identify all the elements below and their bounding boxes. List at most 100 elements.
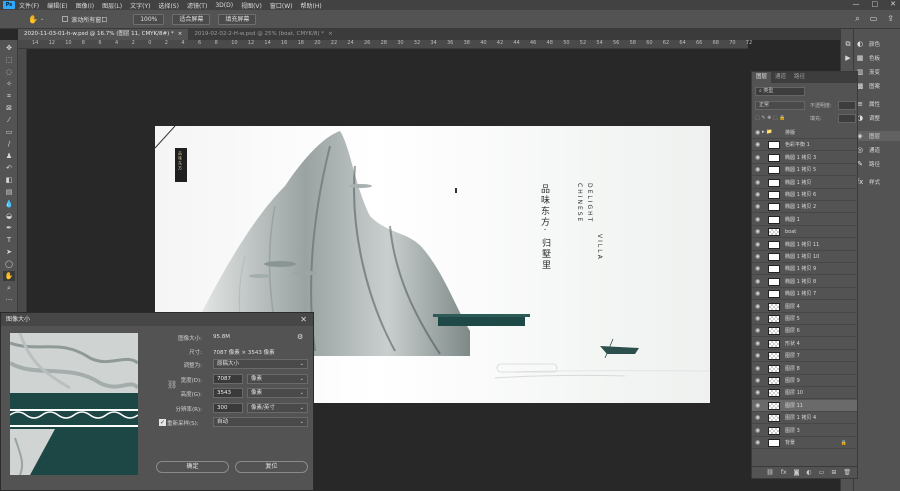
path-selection-tool-icon[interactable]: ➤	[3, 247, 15, 257]
visibility-eye-icon[interactable]: ◉	[755, 315, 762, 322]
layer-row[interactable]: ◉ 图层 1 拷贝 4	[752, 412, 857, 425]
height-unit-select[interactable]: 像素 ⌄	[247, 388, 308, 398]
fill-input[interactable]	[838, 114, 856, 123]
layer-row[interactable]: ◉ 图层 3	[752, 425, 857, 437]
layer-row[interactable]: ◉ 椭圆 1 拷贝 3	[752, 152, 857, 164]
visibility-eye-icon[interactable]: ◉	[755, 278, 762, 285]
menu-help[interactable]: 帮助(H)	[301, 1, 322, 10]
fx-icon[interactable]: fx	[781, 467, 787, 478]
visibility-eye-icon[interactable]: ◉	[755, 427, 762, 434]
hand-tool-icon[interactable]: ✋	[28, 15, 40, 24]
layer-row[interactable]: ◉ 椭圆 1 拷贝 8	[752, 276, 857, 288]
more-tools-icon[interactable]: ···	[3, 295, 15, 305]
delete-layer-icon[interactable]: 🗑	[843, 467, 851, 478]
visibility-eye-icon[interactable]: ◉	[755, 303, 762, 310]
eraser-tool-icon[interactable]: ◧	[3, 175, 15, 185]
layer-row[interactable]: ◉ 椭圆 1 拷贝 7	[752, 288, 857, 301]
visibility-eye-icon[interactable]: ◉	[755, 228, 762, 235]
gear-icon[interactable]: ⚙	[297, 333, 303, 341]
visibility-eye-icon[interactable]: ◉	[755, 166, 762, 173]
layer-row[interactable]: ◉ 椭圆 1	[752, 214, 857, 226]
reset-button[interactable]: 复位	[235, 461, 308, 473]
tab-paths[interactable]: 路径	[790, 72, 809, 83]
layer-row[interactable]: ◉ 椭圆 1 拷贝 2	[752, 201, 857, 214]
visibility-eye-icon[interactable]: ◉	[755, 439, 762, 446]
scroll-all-checkbox[interactable]	[62, 16, 69, 22]
resample-select[interactable]: 自动 ⌄	[213, 417, 308, 427]
menu-file[interactable]: 文件(F)	[19, 1, 39, 10]
layer-row[interactable]: ◉ 椭圆 1 拷贝	[752, 177, 857, 189]
move-tool-icon[interactable]: ✥	[3, 43, 15, 53]
panel-swatches[interactable]: ▦ 色板	[856, 53, 880, 63]
visibility-eye-icon[interactable]: ◉	[755, 402, 762, 409]
blend-mode-select[interactable]: 正常	[755, 101, 805, 110]
visibility-eye-icon[interactable]: ◉	[755, 141, 762, 148]
layer-row[interactable]: ◉ 图层 5	[752, 313, 857, 325]
visibility-eye-icon[interactable]: ◉	[755, 216, 762, 223]
layer-row[interactable]: ◉ 图层 11	[752, 399, 857, 412]
visibility-eye-icon[interactable]: ◉	[755, 290, 762, 297]
tab-document-2[interactable]: 2019-02-02-2-H-w.psd @ 25% (boat, CMYK/8…	[188, 29, 339, 40]
width-unit-select[interactable]: 像素 ⌄	[247, 374, 308, 384]
menu-3d[interactable]: 3D(D)	[215, 2, 233, 9]
visibility-eye-icon[interactable]: ◉	[755, 154, 762, 161]
panel-properties[interactable]: ≡ 属性	[856, 99, 880, 109]
visibility-eye-icon[interactable]: ◉	[755, 352, 762, 359]
layer-row[interactable]: ◉ 图层 6	[752, 325, 857, 338]
layer-kind-filter[interactable]: ⌕ 类型	[755, 87, 805, 96]
layer-row[interactable]: ◉ 图层 7	[752, 350, 857, 363]
new-group-icon[interactable]: ▭	[819, 467, 825, 478]
layer-row[interactable]: ◉ 椭圆 1 拷贝 10	[752, 251, 857, 263]
resample-checkbox[interactable]: ✓	[159, 419, 166, 426]
layer-row[interactable]: ◉ 形状 4	[752, 338, 857, 350]
resolution-input[interactable]: 300	[213, 403, 243, 413]
workspace-icon[interactable]: ▭	[870, 14, 878, 24]
height-input[interactable]: 3543	[213, 388, 243, 398]
layer-row[interactable]: ◉ ▸ 📁 排版	[752, 127, 857, 139]
visibility-eye-icon[interactable]: ◉	[755, 340, 762, 347]
layer-row[interactable]: ◉ 图层 10	[752, 387, 857, 400]
tab-layers[interactable]: 图层	[752, 72, 772, 83]
menu-layer[interactable]: 图层(L)	[102, 1, 122, 10]
layer-row[interactable]: ◉ 椭圆 1 拷贝 11	[752, 239, 857, 251]
minimize-button[interactable]: —	[853, 0, 860, 8]
hand-tool-icon[interactable]: ✋	[3, 271, 15, 281]
close-icon[interactable]: ×	[328, 31, 333, 37]
zoom-100-button[interactable]: 100%	[133, 13, 165, 25]
tool-preset-chevron-icon[interactable]: ⌄	[40, 16, 44, 22]
layer-row[interactable]: ◉ 椭圆 1 拷贝 9	[752, 263, 857, 276]
dodge-tool-icon[interactable]: ◒	[3, 211, 15, 221]
healing-brush-tool-icon[interactable]: ▭	[3, 127, 15, 137]
menu-window[interactable]: 窗口(W)	[270, 1, 293, 10]
layer-row[interactable]: ◉ 图层 9	[752, 375, 857, 387]
layer-row[interactable]: ◉ 色彩平衡 1	[752, 139, 857, 152]
frame-tool-icon[interactable]: ⊠	[3, 103, 15, 113]
visibility-eye-icon[interactable]: ◉	[755, 179, 762, 186]
visibility-eye-icon[interactable]: ◉	[755, 129, 762, 136]
type-tool-icon[interactable]: T	[3, 235, 15, 245]
ellipse-tool-icon[interactable]: ◯	[3, 259, 15, 269]
adjustment-layer-icon[interactable]: ◐	[806, 467, 811, 478]
lasso-tool-icon[interactable]: ◌	[3, 67, 15, 77]
magic-wand-tool-icon[interactable]: ✧	[3, 79, 15, 89]
close-icon[interactable]: ×	[178, 31, 183, 37]
panel-paths[interactable]: ✎ 路径	[856, 159, 880, 169]
resolution-unit-select[interactable]: 像素/英寸 ⌄	[247, 403, 308, 413]
menu-filter[interactable]: 滤镜(T)	[187, 1, 207, 10]
lock-icons[interactable]: ⬚ ✎ ✥ ⬚ 🔒	[755, 115, 785, 121]
visibility-eye-icon[interactable]: ◉	[755, 389, 762, 396]
layer-row[interactable]: ◉ 椭圆 1 拷贝 5	[752, 164, 857, 177]
panel-adjustments[interactable]: ◑ 调整	[856, 113, 880, 123]
share-icon[interactable]: ⇪	[887, 14, 894, 24]
search-icon[interactable]: ⌕	[855, 14, 859, 24]
visibility-eye-icon[interactable]: ◉	[755, 327, 762, 334]
visibility-eye-icon[interactable]: ◉	[755, 414, 762, 421]
menu-image[interactable]: 图像(I)	[76, 1, 94, 10]
blur-tool-icon[interactable]: 💧	[3, 199, 15, 209]
fit-to-select[interactable]: 原稿大小 ⌄	[213, 359, 308, 369]
menu-select[interactable]: 选择(S)	[158, 1, 179, 10]
tab-channels[interactable]: 通道	[771, 72, 790, 83]
layer-row[interactable]: ◉ 图层 8	[752, 363, 857, 375]
tab-document-1[interactable]: 2020-11-03-01-h-w.psd @ 16.7% (图层 11, CM…	[18, 29, 189, 40]
maximize-button[interactable]: □	[872, 0, 879, 8]
